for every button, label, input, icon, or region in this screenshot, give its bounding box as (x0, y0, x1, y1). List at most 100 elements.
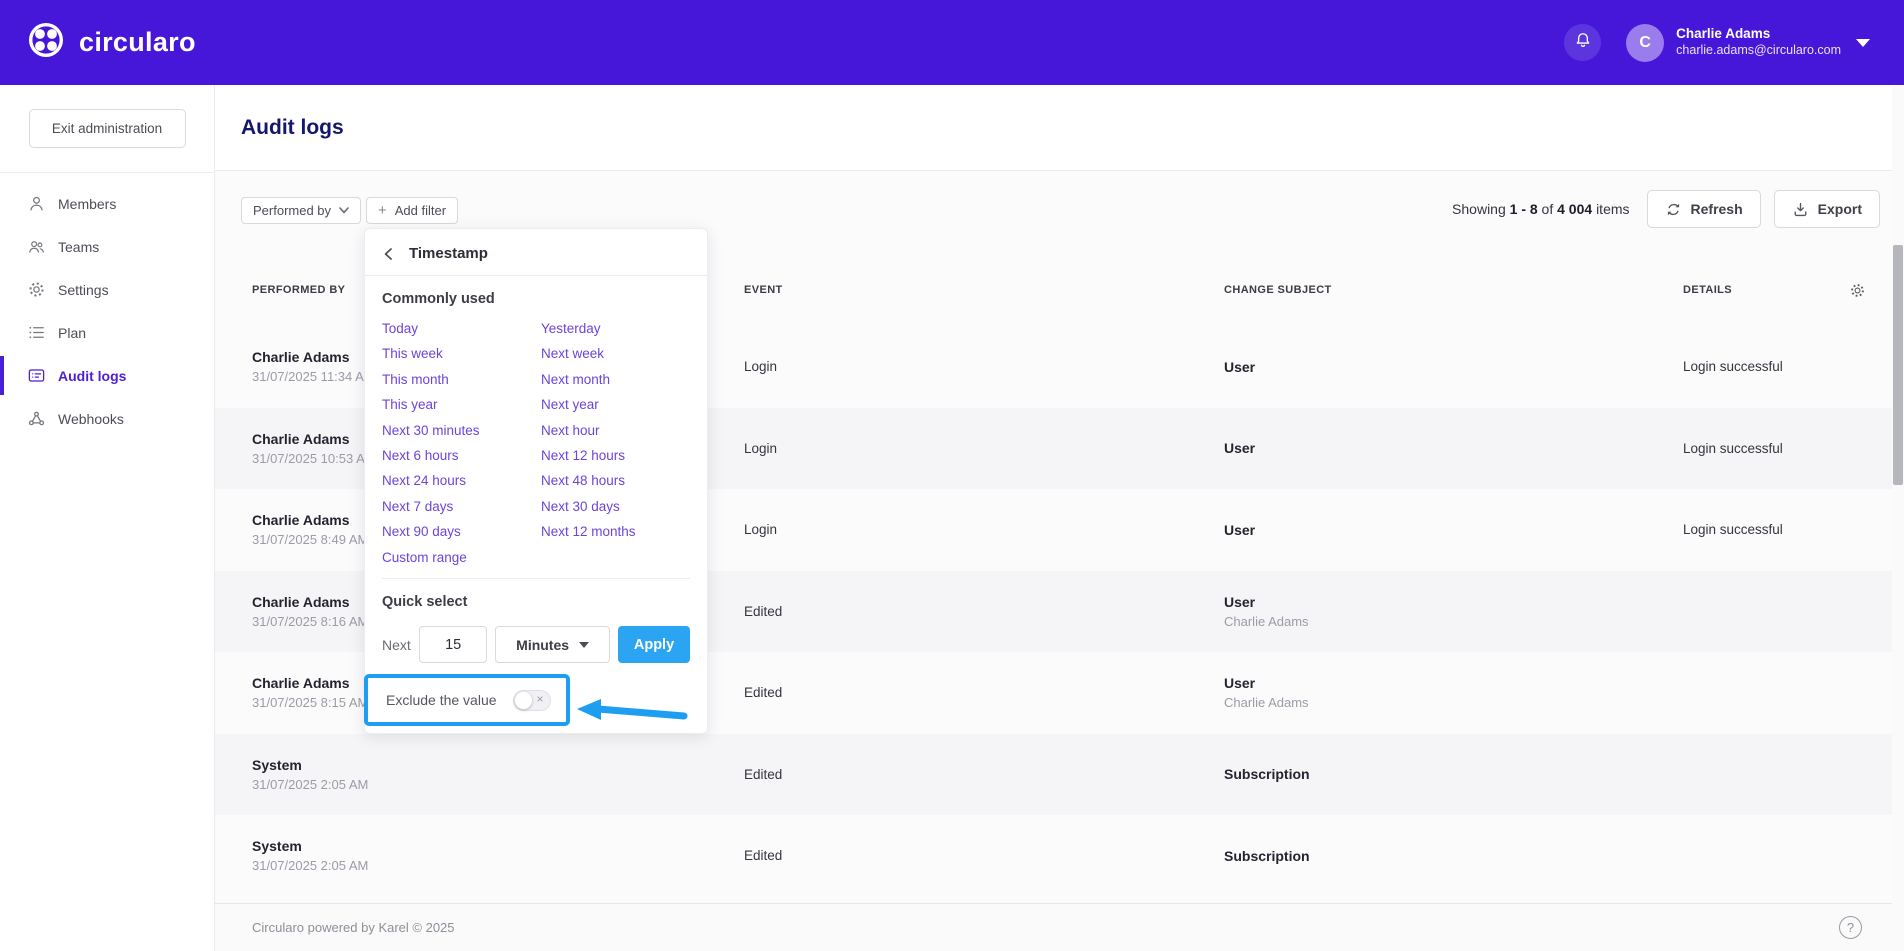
performed-by-timestamp: 31/07/2025 2:05 AM (252, 777, 744, 792)
timestamp-quick-link[interactable]: Next 24 hours (382, 468, 541, 493)
timestamp-quick-link[interactable]: Next 30 minutes (382, 418, 541, 443)
user-name: Charlie Adams (1676, 26, 1841, 43)
refresh-icon (1665, 201, 1682, 218)
sidebar-item-label: Plan (58, 325, 86, 341)
sidebar-item[interactable]: Settings (0, 268, 214, 311)
change-subject-cell: User (1224, 522, 1683, 538)
sidebar-item[interactable]: Plan (0, 311, 214, 354)
event-cell: Edited (744, 685, 1224, 700)
panel-divider (382, 578, 690, 579)
exclude-value-label: Exclude the value (386, 692, 497, 708)
download-icon (1792, 201, 1809, 218)
notifications-button[interactable] (1564, 24, 1601, 61)
event-cell: Edited (744, 767, 1224, 782)
brand-wordmark: circularo (79, 27, 196, 58)
help-button[interactable]: ? (1839, 916, 1862, 939)
timestamp-quick-link[interactable]: This month (382, 367, 541, 392)
unit-select[interactable]: Minutes (495, 626, 610, 663)
apply-button[interactable]: Apply (618, 626, 690, 663)
add-filter-button[interactable]: + Add filter (366, 197, 458, 224)
refresh-button[interactable]: Refresh (1647, 190, 1761, 228)
chevron-left-icon[interactable] (382, 247, 396, 261)
gear-icon (1849, 282, 1866, 299)
user-info[interactable]: Charlie Adams charlie.adams@circularo.co… (1676, 26, 1841, 59)
change-subject-detail: Charlie Adams (1224, 614, 1683, 629)
sidebar-item[interactable]: Webhooks (0, 397, 214, 440)
table-row[interactable]: System 31/07/2025 2:05 AM Edited Subscri… (215, 815, 1904, 897)
amount-input[interactable] (419, 626, 487, 663)
exclude-value-toggle[interactable]: × (513, 690, 551, 711)
column-settings-button[interactable] (1835, 282, 1880, 299)
timestamp-quick-link[interactable]: Next 90 days (382, 519, 541, 544)
next-label: Next (382, 637, 411, 653)
details-cell: Login successful (1683, 441, 1835, 456)
sidebar-item[interactable]: Audit logs (0, 354, 214, 397)
timestamp-quick-link[interactable]: Next 6 hours (382, 443, 541, 468)
timestamp-quick-link[interactable]: Today (382, 316, 541, 341)
timestamp-quick-link[interactable]: Next 48 hours (541, 468, 636, 493)
col-details: DETAILS (1683, 284, 1835, 296)
sidebar-item[interactable]: Teams (0, 225, 214, 268)
list-icon (27, 323, 46, 342)
sidebar-item-label: Teams (58, 239, 99, 255)
scrollbar-thumb[interactable] (1893, 245, 1903, 485)
title-band: Audit logs (215, 85, 1904, 171)
people-icon (27, 237, 46, 256)
scrollbar-track (1892, 85, 1904, 951)
webhook-icon (27, 409, 46, 428)
add-filter-label: Add filter (395, 203, 446, 218)
timestamp-quick-link[interactable]: Next month (541, 367, 636, 392)
export-button[interactable]: Export (1774, 190, 1880, 228)
brand[interactable]: circularo (26, 20, 196, 65)
gear-icon (27, 280, 46, 299)
col-event: EVENT (744, 284, 1224, 296)
timestamp-quick-link[interactable]: Next 12 hours (541, 443, 636, 468)
event-cell: Login (744, 522, 1224, 537)
timestamp-quick-link[interactable]: This week (382, 341, 541, 366)
quick-select-label: Quick select (382, 594, 690, 610)
change-subject-cell: Subscription (1224, 766, 1683, 782)
event-cell: Edited (744, 848, 1224, 863)
showing-count: Showing 1 - 8 of 4 004 items (1452, 201, 1629, 217)
top-bar: circularo C Charlie Adams charlie.adams@… (0, 0, 1904, 85)
sidebar-item-label: Settings (58, 282, 109, 298)
timestamp-filter-panel: Timestamp Commonly used TodayThis weekTh… (364, 228, 708, 734)
timestamp-quick-link[interactable]: Next week (541, 341, 636, 366)
timestamp-quick-link[interactable]: Next 30 days (541, 494, 636, 519)
change-subject-cell: User (1224, 440, 1683, 456)
showing-range: 1 - 8 (1510, 201, 1538, 217)
timestamp-quick-link[interactable]: This year (382, 392, 541, 417)
change-subject-cell: User (1224, 359, 1683, 375)
app-window: circularo C Charlie Adams charlie.adams@… (0, 0, 1904, 951)
audit-log-icon (27, 366, 46, 385)
x-icon: × (537, 692, 544, 706)
export-label: Export (1818, 201, 1862, 217)
person-icon (27, 194, 46, 213)
footer: Circularo powered by Karel © 2025 ? (215, 903, 1904, 951)
details-cell: Login successful (1683, 359, 1835, 374)
timestamp-quick-link[interactable]: Custom range (382, 545, 541, 570)
performed-by-name: System (252, 757, 744, 773)
timestamp-quick-link[interactable]: Next year (541, 392, 636, 417)
chevron-down-icon[interactable] (1856, 39, 1870, 47)
toggle-knob (515, 692, 532, 709)
exit-administration-button[interactable]: Exit administration (29, 109, 186, 148)
sidebar-item-label: Members (58, 196, 116, 212)
performed-by-filter-chip[interactable]: Performed by (241, 197, 361, 224)
chevron-down-icon (339, 207, 349, 214)
timestamp-quick-link[interactable]: Next 12 months (541, 519, 636, 544)
timestamp-quick-link[interactable]: Next 7 days (382, 494, 541, 519)
timestamp-quick-link[interactable]: Yesterday (541, 316, 636, 341)
event-cell: Login (744, 359, 1224, 374)
sidebar-item[interactable]: Members (0, 182, 214, 225)
panel-title: Timestamp (409, 245, 488, 262)
event-cell: Login (744, 441, 1224, 456)
quick-links-col2: YesterdayNext weekNext monthNext yearNex… (541, 316, 636, 570)
change-subject-cell: Subscription (1224, 848, 1683, 864)
avatar[interactable]: C (1626, 24, 1664, 62)
circularo-logo-icon (26, 20, 66, 65)
timestamp-quick-link[interactable]: Next hour (541, 418, 636, 443)
refresh-label: Refresh (1691, 201, 1743, 217)
unit-select-value: Minutes (516, 637, 569, 653)
table-row[interactable]: System 31/07/2025 2:05 AM Edited Subscri… (215, 734, 1904, 816)
